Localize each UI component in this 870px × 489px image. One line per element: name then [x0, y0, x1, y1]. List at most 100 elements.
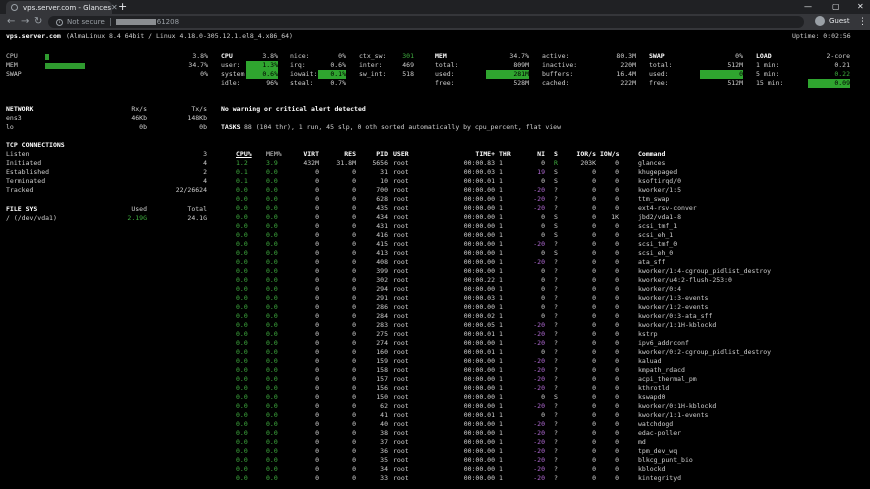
- process-virt: 0: [315, 186, 319, 194]
- process-row[interactable]: 0.0 0.0 0 0 416 root 00:00.00 1 0 S 0 0 scsi_eh_1: [0, 231, 870, 240]
- process-row[interactable]: 0.0 0.0 0 0 274 root 00:00.00 1 -20? 0 0 ipv6_addrc…: [0, 339, 870, 348]
- process-row[interactable]: 0.0 0.0 0 0 628 root 00:00.00 1 -20? 0 0 ttm_swap: [0, 195, 870, 204]
- process-virt: 0: [315, 474, 319, 482]
- back-arrow-icon[interactable]: ←: [7, 14, 15, 30]
- process-virt: 0: [315, 213, 319, 221]
- kebab-menu-icon[interactable]: ⋮: [858, 14, 867, 30]
- process-ni: 0: [541, 159, 545, 167]
- process-virt: 0: [315, 240, 319, 248]
- process-res: 0: [352, 348, 356, 356]
- process-row[interactable]: 0.0 0.0 0 0 291 root 00:00.03 1 0? 0 0 kworker/1:3-…: [0, 294, 870, 303]
- process-ior: 0: [592, 231, 596, 239]
- process-res: 31.8M: [336, 159, 356, 167]
- load-stat-value: 0.21: [834, 61, 850, 69]
- minimize-icon[interactable]: —: [804, 0, 812, 14]
- process-row[interactable]: 0.0 0.0 0 0 435 root 00:00.00 1 -20? 0 0 ext4-rsv-c…: [0, 204, 870, 213]
- process-row[interactable]: 0.0 0.0 0 0 158 root 00:00.00 1 -20? 0 0 kmpath_rda…: [0, 366, 870, 375]
- process-thr: 1: [499, 186, 503, 194]
- process-row[interactable]: 0.0 0.0 0 0 294 root 00:00.00 1 0? 0 0 kworker/0:4: [0, 285, 870, 294]
- process-row[interactable]: 0.0 0.0 0 0 40 root 00:00.00 1 -20? 0 0 watchdogd: [0, 420, 870, 429]
- process-thr: 1: [499, 177, 503, 185]
- process-row[interactable]: 0.0 0.0 0 0 399 root 00:00.00 1 0? 0 0 kworker/1:4-…: [0, 267, 870, 276]
- process-row[interactable]: 0.0 0.0 0 0 415 root 00:00.00 1 -20? 0 0 scsi_tmf_0: [0, 240, 870, 249]
- new-tab-button[interactable]: +: [118, 0, 127, 14]
- process-row[interactable]: 0.0 0.0 0 0 41 root 00:00.01 1 0? 0 0 kworker/1:1-e…: [0, 411, 870, 420]
- process-row[interactable]: 0.0 0.0 0 0 38 root 00:00.00 1 -20? 0 0 edac-poller: [0, 429, 870, 438]
- process-row[interactable]: 0.0 0.0 0 0 284 root 00:00.02 1 0? 0 0 kworker/0:3-…: [0, 312, 870, 321]
- process-row[interactable]: 0.0 0.0 0 0 150 root 00:00.00 1 0 S 0 0 kswapd0: [0, 393, 870, 402]
- process-pid: 431: [376, 222, 388, 230]
- process-ni: 0: [541, 213, 545, 221]
- process-row[interactable]: 0.0 0.0 0 0 62 root 00:00.00 1 -20? 0 0 kworker/0:1…: [0, 402, 870, 411]
- profile-button[interactable]: Guest: [815, 16, 850, 26]
- close-window-icon[interactable]: ✕: [857, 0, 864, 14]
- process-pid: 283: [376, 321, 388, 329]
- reload-icon[interactable]: ↻: [34, 14, 42, 30]
- process-row[interactable]: 0.0 0.0 0 0 33 root 00:00.00 1 -20? 0 0 kintegrityd: [0, 474, 870, 483]
- process-ni: 19: [537, 168, 545, 176]
- process-iow: 0: [615, 267, 619, 275]
- process-row[interactable]: 0.0 0.0 0 0 286 root 00:00.00 1 0? 0 0 kworker/1:2-…: [0, 303, 870, 312]
- process-row[interactable]: 0.0 0.0 0 0 160 root 00:00.01 1 0? 0 0 kworker/0:2-…: [0, 348, 870, 357]
- close-tab-icon[interactable]: ✕: [111, 3, 118, 12]
- process-cpu: 0.0: [236, 402, 248, 410]
- process-ni: 0: [541, 348, 545, 356]
- browser-tab[interactable]: vps.server.com - Glances ✕: [6, 1, 118, 14]
- forward-arrow-icon[interactable]: →: [21, 14, 29, 30]
- process-time: 00:00.00: [463, 456, 495, 464]
- process-mem: 0.0: [266, 456, 278, 464]
- address-bar[interactable]: i Not secure 61208: [48, 16, 804, 28]
- process-pid: 160: [376, 348, 388, 356]
- process-command: kworker/0:2-cgroup_pidlist_destroy: [638, 348, 772, 356]
- process-row[interactable]: 0.0 0.0 0 0 157 root 00:00.00 1 -20? 0 0 acpi_therm…: [0, 375, 870, 384]
- process-row[interactable]: 0.0 0.0 0 0 413 root 00:00.00 1 0 S 0 0 scsi_eh_0: [0, 249, 870, 258]
- process-res: 0: [352, 357, 356, 365]
- process-ior: 0: [592, 168, 596, 176]
- process-ni: -20: [533, 204, 545, 212]
- process-ior: 0: [592, 294, 596, 302]
- process-mem: 0.0: [266, 222, 278, 230]
- process-mem: 0.0: [266, 465, 278, 473]
- maximize-icon[interactable]: ▢: [832, 0, 840, 14]
- process-row[interactable]: 0.0 0.0 0 0 36 root 00:00.00 1 -20? 0 0 tpm_dev_wq: [0, 447, 870, 456]
- mem-stat-value: 16.4M: [616, 70, 636, 78]
- process-pid: 62: [380, 402, 388, 410]
- process-ior: 203K: [580, 159, 596, 167]
- process-row[interactable]: 0.0 0.0 0 0 302 root 00:00.22 1 0? 0 0 kworker/u4:2…: [0, 276, 870, 285]
- process-header-cpu: CPU%: [236, 150, 252, 158]
- process-time: 00:00.01: [463, 177, 495, 185]
- process-iow: 0: [615, 249, 619, 257]
- process-row[interactable]: 0.0 0.0 0 0 700 root 00:00.00 1 -20? 0 0 kworker/1:…: [0, 186, 870, 195]
- process-row[interactable]: 0.0 0.0 0 0 156 root 00:00.00 1 -20? 0 0 kthrotld: [0, 384, 870, 393]
- process-row[interactable]: 0.0 0.0 0 0 37 root 00:00.00 1 -20? 0 0 md: [0, 438, 870, 447]
- process-row[interactable]: 0.0 0.0 0 0 159 root 00:00.00 1 -20? 0 0 kaluad: [0, 357, 870, 366]
- process-row[interactable]: 0.0 0.0 0 0 35 root 00:00.00 1 -20? 0 0 blkcg_punt_…: [0, 456, 870, 465]
- process-row[interactable]: 0.1 0.0 0 0 10 root 00:00.01 1 0 S 0 0 ksoftirqd/0: [0, 177, 870, 186]
- process-row[interactable]: 0.0 0.0 0 0 408 root 00:00.00 1 -20? 0 0 ata_sff: [0, 258, 870, 267]
- info-icon[interactable]: i: [56, 18, 63, 26]
- process-thr: 1: [499, 312, 503, 320]
- process-command: edac-poller: [638, 429, 682, 437]
- process-pid: 302: [376, 276, 388, 284]
- process-res: 0: [352, 249, 356, 257]
- process-res: 0: [352, 402, 356, 410]
- process-row[interactable]: 0.0 0.0 0 0 275 root 00:00.01 1 -20? 0 0 kstrp: [0, 330, 870, 339]
- process-row[interactable]: 0.0 0.0 0 0 283 root 00:00.05 1 -20? 0 0 kworker/1:…: [0, 321, 870, 330]
- process-res: 0: [352, 195, 356, 203]
- process-virt: 0: [315, 330, 319, 338]
- process-res: 0: [352, 186, 356, 194]
- process-user: root: [393, 213, 409, 221]
- mem-stat-label: used:: [435, 70, 455, 78]
- process-cpu: 0.0: [236, 312, 248, 320]
- glances-terminal: vps.server.com (AlmaLinux 8.4 64bit / Li…: [0, 30, 870, 489]
- process-row[interactable]: 0.0 0.0 0 0 434 root 00:00.00 1 0 S 0 1K jbd2/vda1-8: [0, 213, 870, 222]
- process-time: 00:00.01: [463, 330, 495, 338]
- process-row[interactable]: 0.0 0.0 0 0 431 root 00:00.00 1 0 S 0 0 scsi_tmf_1: [0, 222, 870, 231]
- process-thr: 1: [499, 474, 503, 482]
- process-row[interactable]: 1.2 3.9 432M 31.8M 5656 root 00:00.83 1 0 R 203K 0 g…: [0, 159, 870, 168]
- process-row[interactable]: 0.0 0.0 0 0 34 root 00:00.00 1 -20? 0 0 kblockd: [0, 465, 870, 474]
- profile-avatar-icon: [815, 16, 825, 26]
- process-command: ipv6_addrconf: [638, 339, 689, 347]
- process-row[interactable]: 0.1 0.0 0 0 31 root 00:00.03 1 19 S 0 0 khugepaged: [0, 168, 870, 177]
- cpu-stat-value: 518: [402, 70, 414, 78]
